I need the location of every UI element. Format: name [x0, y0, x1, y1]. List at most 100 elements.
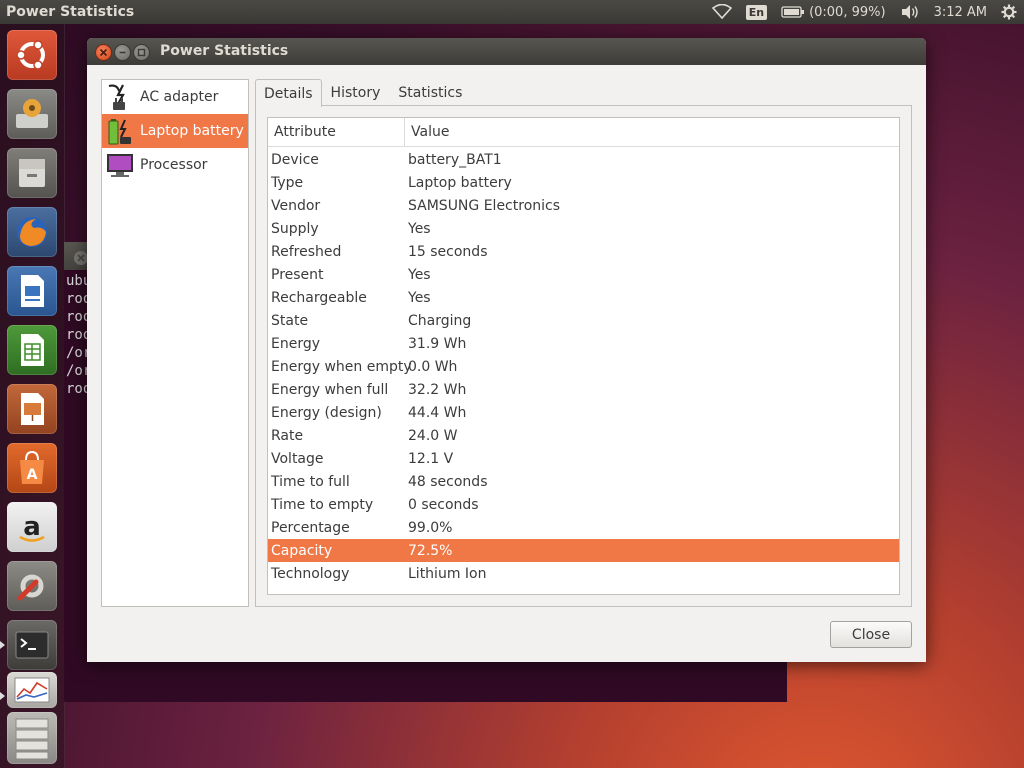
- table-row[interactable]: Rechargeable Yes: [268, 286, 899, 309]
- device-list[interactable]: AC adapter Laptop battery Processor: [101, 79, 249, 607]
- svg-text:a: a: [23, 512, 41, 542]
- battery-status-text: (0:00, 99%): [809, 4, 886, 20]
- table-row[interactable]: Time to empty 0 seconds: [268, 493, 899, 516]
- table-row[interactable]: Percentage 99.0%: [268, 516, 899, 539]
- attribute-cell: Energy (design): [271, 404, 382, 421]
- value-cell: 24.0 W: [408, 427, 458, 444]
- close-button[interactable]: Close: [830, 621, 912, 648]
- tab-details[interactable]: Details: [255, 79, 322, 107]
- value-cell: 0 seconds: [408, 496, 479, 513]
- value-cell: Laptop battery: [408, 174, 512, 191]
- system-settings-icon[interactable]: [7, 561, 57, 611]
- attribute-cell: Percentage: [271, 519, 350, 536]
- table-row[interactable]: Device battery_BAT1: [268, 148, 899, 171]
- details-table[interactable]: Attribute Value Device battery_BAT1 Type La…: [267, 117, 900, 595]
- table-row[interactable]: Rate 24.0 W: [268, 424, 899, 447]
- libreoffice-writer-icon[interactable]: [7, 266, 57, 316]
- attribute-cell: Time to full: [271, 473, 350, 490]
- ubuntu-dash-icon[interactable]: [7, 30, 57, 80]
- column-header-value[interactable]: Value: [405, 118, 899, 146]
- attribute-cell: Type: [271, 174, 304, 191]
- volume-icon: [901, 5, 918, 19]
- table-row[interactable]: Technology Lithium Ion: [268, 562, 899, 585]
- running-indicator: [0, 641, 5, 649]
- device-label: AC adapter: [140, 89, 219, 105]
- sound-indicator[interactable]: [893, 0, 927, 24]
- table-row[interactable]: Energy when empty 0.0 Wh: [268, 355, 899, 378]
- device-item-laptop-battery[interactable]: Laptop battery: [102, 114, 248, 148]
- device-item-ac-adapter[interactable]: AC adapter: [102, 80, 248, 114]
- workspace-switcher-icon[interactable]: [7, 712, 57, 764]
- running-indicator: [0, 692, 5, 700]
- session-indicator[interactable]: [994, 0, 1024, 24]
- attribute-cell: Present: [271, 266, 324, 283]
- value-cell: 12.1 V: [408, 450, 454, 467]
- window-titlebar[interactable]: Power Statistics: [87, 38, 926, 65]
- table-row[interactable]: Energy (design) 44.4 Wh: [268, 401, 899, 424]
- minimize-icon: [119, 51, 126, 54]
- tab-history[interactable]: History: [322, 79, 390, 106]
- files-icon[interactable]: [7, 148, 57, 198]
- attribute-cell: Technology: [271, 565, 350, 582]
- ac-adapter-icon: [105, 82, 135, 112]
- amazon-icon[interactable]: a: [7, 502, 57, 552]
- table-row[interactable]: Present Yes: [268, 263, 899, 286]
- keyboard-layout-label: En: [745, 4, 768, 20]
- table-row[interactable]: Voltage 12.1 V: [268, 447, 899, 470]
- value-cell: Yes: [408, 266, 431, 283]
- table-row[interactable]: Time to full 48 seconds: [268, 470, 899, 493]
- device-item-processor[interactable]: Processor: [102, 148, 248, 182]
- window-title: Power Statistics: [160, 43, 289, 59]
- processor-icon: [105, 150, 135, 180]
- table-header: Attribute Value: [268, 118, 899, 147]
- battery-icon: [781, 6, 805, 18]
- value-cell: SAMSUNG Electronics: [408, 197, 561, 214]
- launcher: A a: [0, 24, 65, 768]
- window-close-button[interactable]: [95, 44, 112, 61]
- keyboard-indicator[interactable]: En: [739, 0, 774, 24]
- table-body: Device battery_BAT1 Type Laptop battery Vend…: [268, 147, 899, 585]
- attribute-cell: Energy when full: [271, 381, 389, 398]
- table-row[interactable]: Supply Yes: [268, 217, 899, 240]
- device-label: Laptop battery: [140, 123, 244, 139]
- close-icon: [99, 48, 108, 57]
- firefox-icon[interactable]: [7, 207, 57, 257]
- table-row[interactable]: Energy 31.9 Wh: [268, 332, 899, 355]
- value-cell: 0.0 Wh: [408, 358, 458, 375]
- active-app-title: Power Statistics: [6, 4, 135, 20]
- value-cell: battery_BAT1: [408, 151, 502, 168]
- window-maximize-button[interactable]: [133, 44, 150, 61]
- battery-indicator[interactable]: (0:00, 99%): [774, 0, 893, 24]
- indicator-area: En (0:00, 99%) 3:12 AM: [705, 0, 1024, 24]
- network-indicator[interactable]: [705, 0, 739, 24]
- table-row[interactable]: Capacity 72.5%: [268, 539, 899, 562]
- tab-statistics[interactable]: Statistics: [389, 79, 471, 106]
- libreoffice-calc-icon[interactable]: [7, 325, 57, 375]
- table-row[interactable]: Energy when full 32.2 Wh: [268, 378, 899, 401]
- clock[interactable]: 3:12 AM: [927, 0, 994, 24]
- table-row[interactable]: Vendor SAMSUNG Electronics: [268, 194, 899, 217]
- value-cell: 72.5%: [408, 542, 453, 559]
- tab-bar: Details History Statistics: [255, 79, 471, 107]
- attribute-cell: Voltage: [271, 450, 324, 467]
- attribute-cell: Capacity: [271, 542, 333, 559]
- attribute-cell: Time to empty: [271, 496, 374, 513]
- battery-icon: [105, 116, 135, 146]
- table-row[interactable]: State Charging: [268, 309, 899, 332]
- details-panel: Attribute Value Device battery_BAT1 Type La…: [255, 105, 912, 607]
- attribute-cell: Rechargeable: [271, 289, 367, 306]
- system-installer-icon[interactable]: [7, 89, 57, 139]
- attribute-cell: Vendor: [271, 197, 321, 214]
- terminal-icon[interactable]: [7, 620, 57, 670]
- value-cell: Yes: [408, 220, 431, 237]
- libreoffice-impress-icon[interactable]: [7, 384, 57, 434]
- attribute-cell: Device: [271, 151, 319, 168]
- value-cell: Charging: [408, 312, 472, 329]
- table-row[interactable]: Type Laptop battery: [268, 171, 899, 194]
- column-header-attribute[interactable]: Attribute: [268, 118, 405, 146]
- power-statistics-icon[interactable]: [7, 672, 57, 708]
- software-center-icon[interactable]: A: [7, 443, 57, 493]
- table-row[interactable]: Refreshed 15 seconds: [268, 240, 899, 263]
- window-minimize-button[interactable]: [114, 44, 131, 61]
- wifi-icon: [711, 4, 732, 20]
